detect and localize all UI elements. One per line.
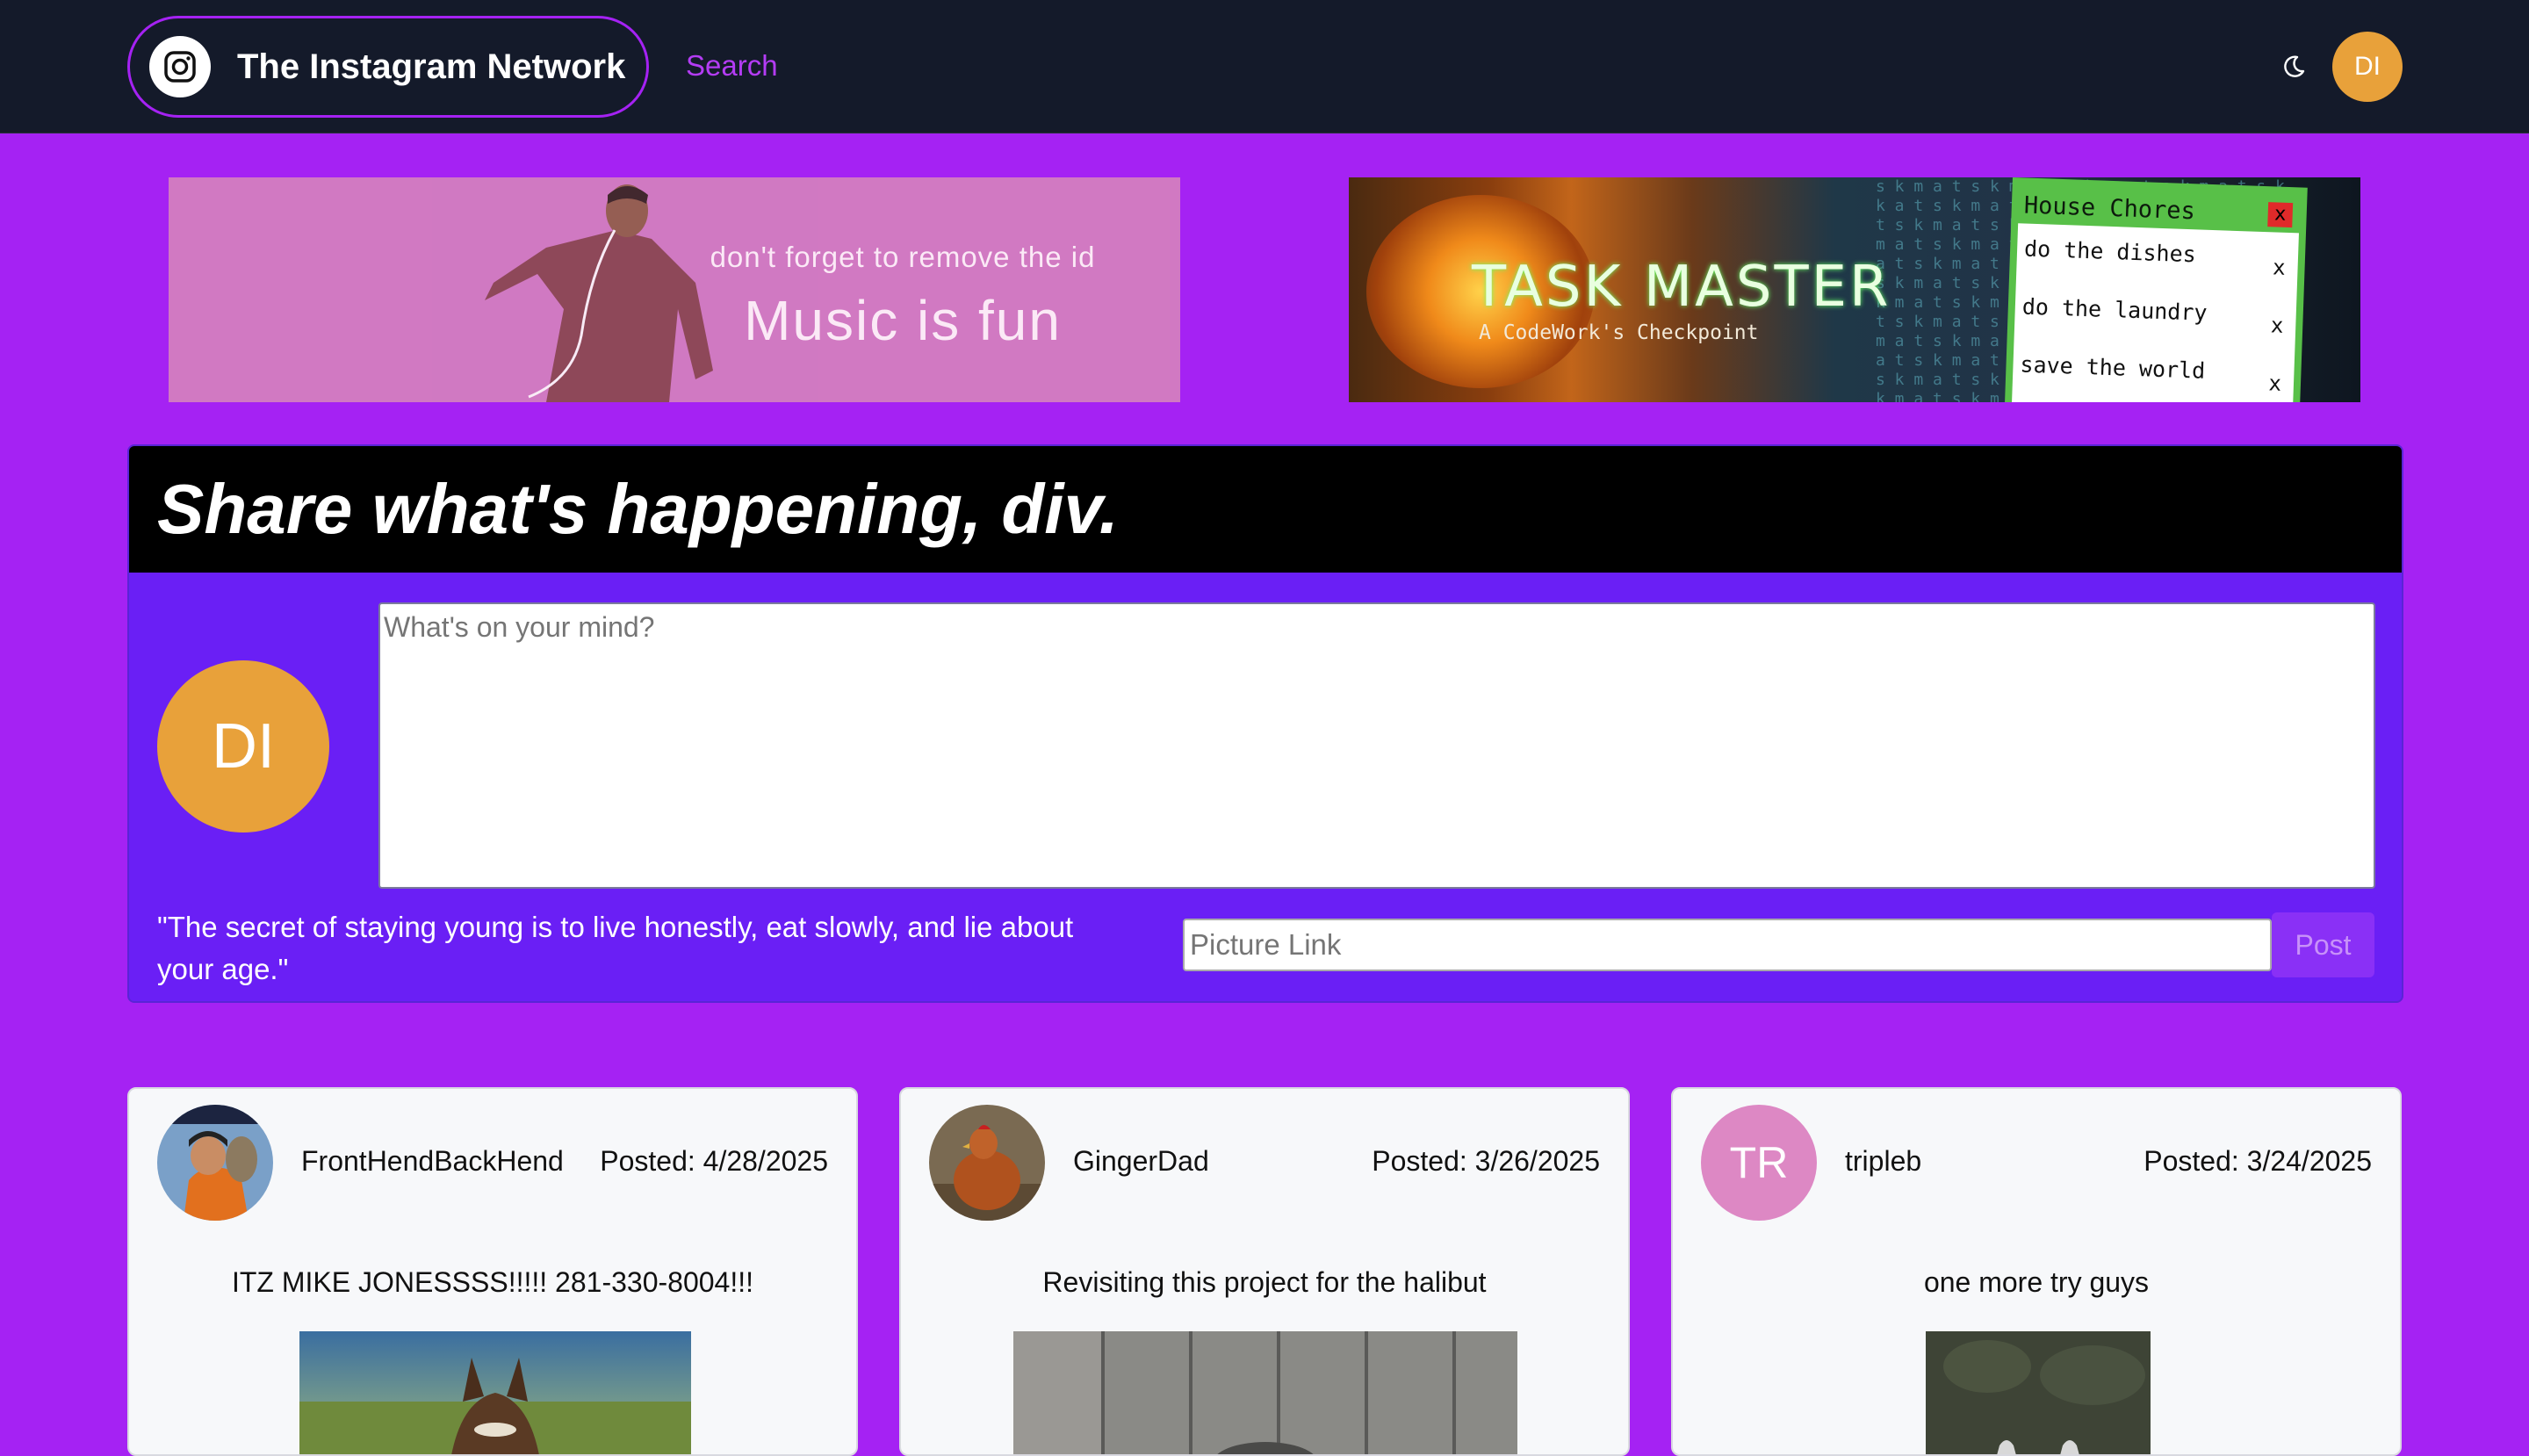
post-image — [1926, 1331, 2151, 1454]
chores-close-button: x — [2267, 202, 2294, 228]
chore-remove: x — [2270, 313, 2284, 338]
task-master-title: TASK MASTER — [1472, 255, 1891, 320]
brand-name: The Instagram Network — [237, 47, 626, 86]
task-master-subtitle: A CodeWork's Checkpoint — [1479, 321, 1759, 344]
task-master-banner: s k m a t s k m a t s k m a t s k m a t … — [1349, 177, 2360, 402]
brand-link[interactable]: The Instagram Network — [127, 16, 649, 118]
post-text: Revisiting this project for the halibut — [1042, 1266, 1487, 1298]
chore-text: do the laundry — [2021, 293, 2208, 326]
composer-avatar: DI — [157, 660, 329, 833]
chore-remove: x — [2272, 255, 2287, 280]
post-username[interactable]: tripleb — [1845, 1145, 1921, 1178]
music-banner-subtitle: don't forget to remove the id — [710, 241, 1096, 273]
post-username[interactable]: FrontHendBackHend — [301, 1145, 564, 1178]
post-image — [1013, 1331, 1517, 1454]
user-avatar[interactable]: DI — [2332, 32, 2403, 102]
chore-text: save the world — [2020, 351, 2206, 384]
post-date: Posted: 4/28/2025 — [600, 1145, 828, 1177]
chore-item: save the world x — [2012, 344, 2295, 402]
post-composer: Share what's happening, div. DI "The sec… — [127, 444, 2403, 1003]
instagram-icon — [149, 36, 211, 97]
post-card: GingerDad Posted: 3/26/2025 Revisiting t… — [899, 1087, 1630, 1456]
music-banner: don't forget to remove the id Music is f… — [169, 177, 1180, 402]
post-text: one more try guys — [1923, 1266, 2150, 1298]
nav-search-link[interactable]: Search — [686, 49, 778, 83]
composer-header: Share what's happening, div. — [129, 446, 2402, 573]
chore-item: do the dishes x — [2016, 228, 2299, 296]
moon-icon[interactable] — [2278, 51, 2309, 83]
chores-title: House Chores — [2023, 191, 2196, 226]
post-textarea[interactable] — [378, 602, 2375, 889]
chore-remove: x — [2268, 371, 2282, 396]
composer-title: Share what's happening, div. — [157, 470, 1119, 548]
post-author-avatar[interactable]: TR — [1701, 1105, 1817, 1221]
post-button[interactable]: Post — [2272, 912, 2374, 977]
house-chores-window: House Chores x do the dishes x do the la… — [2004, 177, 2308, 402]
post-username[interactable]: GingerDad — [1073, 1145, 1209, 1178]
chore-text: do the dishes — [2023, 235, 2197, 268]
post-author-avatar[interactable] — [929, 1105, 1045, 1221]
picture-link-input[interactable] — [1183, 919, 2272, 971]
top-navbar: The Instagram Network Search DI — [0, 0, 2529, 133]
post-image — [299, 1331, 691, 1454]
music-banner-title: Music is fun — [744, 289, 1062, 352]
post-text: ITZ MIKE JONESSSS!!!!! 281-330-8004!!! — [231, 1266, 753, 1298]
daily-quote: "The secret of staying young is to live … — [157, 911, 1074, 985]
post-date: Posted: 3/26/2025 — [1372, 1145, 1600, 1177]
post-date: Posted: 3/24/2025 — [2144, 1145, 2372, 1177]
post-card: FrontHendBackHend Posted: 4/28/2025 ITZ … — [127, 1087, 858, 1456]
chore-item: do the laundry x — [2014, 286, 2296, 354]
chores-list: do the dishes x do the laundry x save th… — [2011, 223, 2299, 402]
post-author-avatar[interactable] — [157, 1105, 273, 1221]
post-card: TR tripleb Posted: 3/24/2025 one more tr… — [1671, 1087, 2402, 1456]
